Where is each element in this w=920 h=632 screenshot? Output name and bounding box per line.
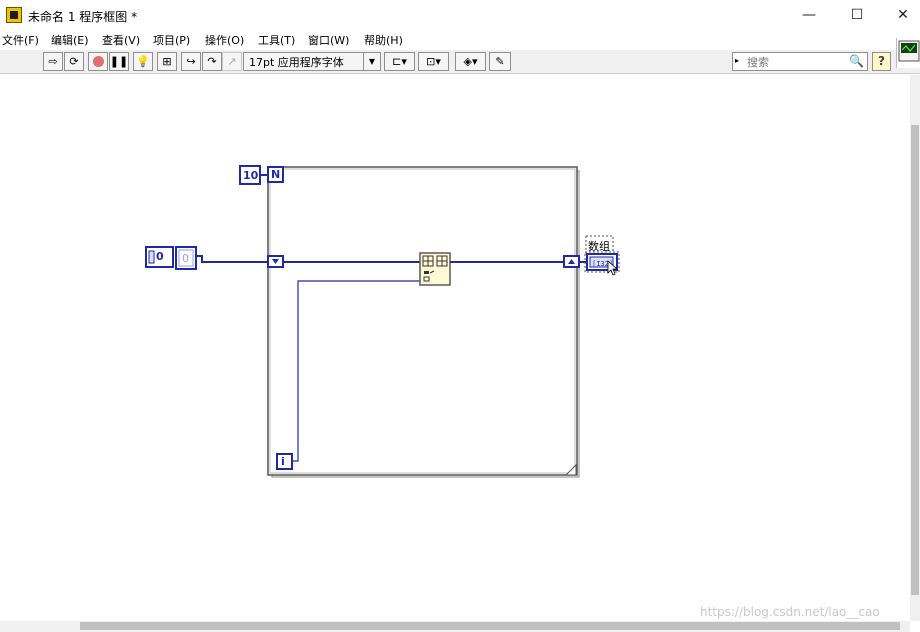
block-diagram-canvas[interactable]: [I32] 10 N 0 0 数组 i	[0, 75, 910, 621]
menu-file[interactable]: 文件(F)	[2, 32, 39, 48]
array-wire-in	[196, 255, 268, 263]
minimize-button[interactable]: —	[786, 0, 832, 30]
run-continuously-icon[interactable]: ⟳	[64, 52, 84, 71]
search-arrow-icon: ▸	[735, 56, 740, 65]
count-constant[interactable]: 10	[243, 169, 258, 182]
menu-tools[interactable]: 工具(T)	[258, 32, 295, 48]
iteration-terminal[interactable]: i	[281, 455, 285, 468]
clean-up-diagram-icon[interactable]: ✎	[489, 52, 511, 71]
abort-icon[interactable]	[88, 52, 108, 71]
vi-icon[interactable]	[896, 38, 920, 68]
step-out-icon[interactable]: ↗	[222, 52, 242, 71]
index-display	[148, 250, 155, 264]
menu-bar: 文件(F) 编辑(E) 查看(V) 项目(P) 操作(O) 工具(T) 窗口(W…	[0, 30, 920, 50]
block-diagram-svg: [I32]	[145, 165, 620, 478]
vertical-scrollbar[interactable]	[910, 75, 920, 621]
menu-project[interactable]: 项目(P)	[153, 32, 190, 48]
font-select[interactable]: 17pt 应用程序字体 ▼	[243, 52, 381, 71]
maximize-button[interactable]: ☐	[834, 0, 880, 30]
toolbar: ⇨ ⟳ ❚❚ 💡 ⊞ ↪ ↷ ↗ 17pt 应用程序字体 ▼ ⊏▾ ⊡▾ ◈▾ …	[0, 50, 920, 74]
window-title: 未命名 1 程序框图 *	[28, 10, 138, 24]
menu-help[interactable]: 帮助(H)	[364, 32, 403, 48]
run-arrow-icon[interactable]: ⇨	[43, 52, 63, 71]
labview-app-icon	[6, 7, 22, 23]
menu-operate[interactable]: 操作(O)	[205, 32, 244, 48]
chevron-down-icon: ▼	[363, 53, 380, 70]
pause-icon[interactable]: ❚❚	[109, 52, 129, 71]
search-field[interactable]: ▸ 🔍	[732, 52, 868, 71]
for-loop-frame	[267, 166, 578, 476]
watermark: https://blog.csdn.net/lao__cao	[700, 605, 880, 619]
close-button[interactable]: ✕	[880, 0, 920, 30]
step-over-icon[interactable]: ↷	[202, 52, 222, 71]
context-help-button[interactable]: ?	[872, 52, 891, 71]
step-into-icon[interactable]: ↪	[181, 52, 201, 71]
menu-view[interactable]: 查看(V)	[102, 32, 140, 48]
search-icon[interactable]: 🔍	[849, 54, 864, 68]
array-initial-element[interactable]: 0	[182, 252, 189, 265]
search-input[interactable]	[745, 54, 849, 70]
highlight-execution-icon[interactable]: 💡	[133, 52, 153, 71]
indicator-label[interactable]: 数组	[588, 238, 610, 254]
horizontal-scroll-thumb[interactable]	[80, 622, 900, 630]
align-objects-dropdown[interactable]: ⊏▾	[384, 52, 415, 71]
title-bar: 未命名 1 程序框图 * — ☐ ✕	[0, 0, 920, 30]
reorder-dropdown[interactable]: ◈▾	[455, 52, 486, 71]
horizontal-scrollbar[interactable]	[0, 621, 910, 632]
initial-value[interactable]: 0	[156, 250, 164, 263]
menu-window[interactable]: 窗口(W)	[308, 32, 349, 48]
retain-wire-values-icon[interactable]: ⊞	[157, 52, 177, 71]
count-terminal[interactable]: N	[271, 168, 280, 181]
menu-edit[interactable]: 编辑(E)	[51, 32, 89, 48]
font-select-label: 17pt 应用程序字体	[249, 55, 344, 69]
distribute-objects-dropdown[interactable]: ⊡▾	[418, 52, 449, 71]
vertical-scroll-thumb[interactable]	[911, 125, 919, 595]
